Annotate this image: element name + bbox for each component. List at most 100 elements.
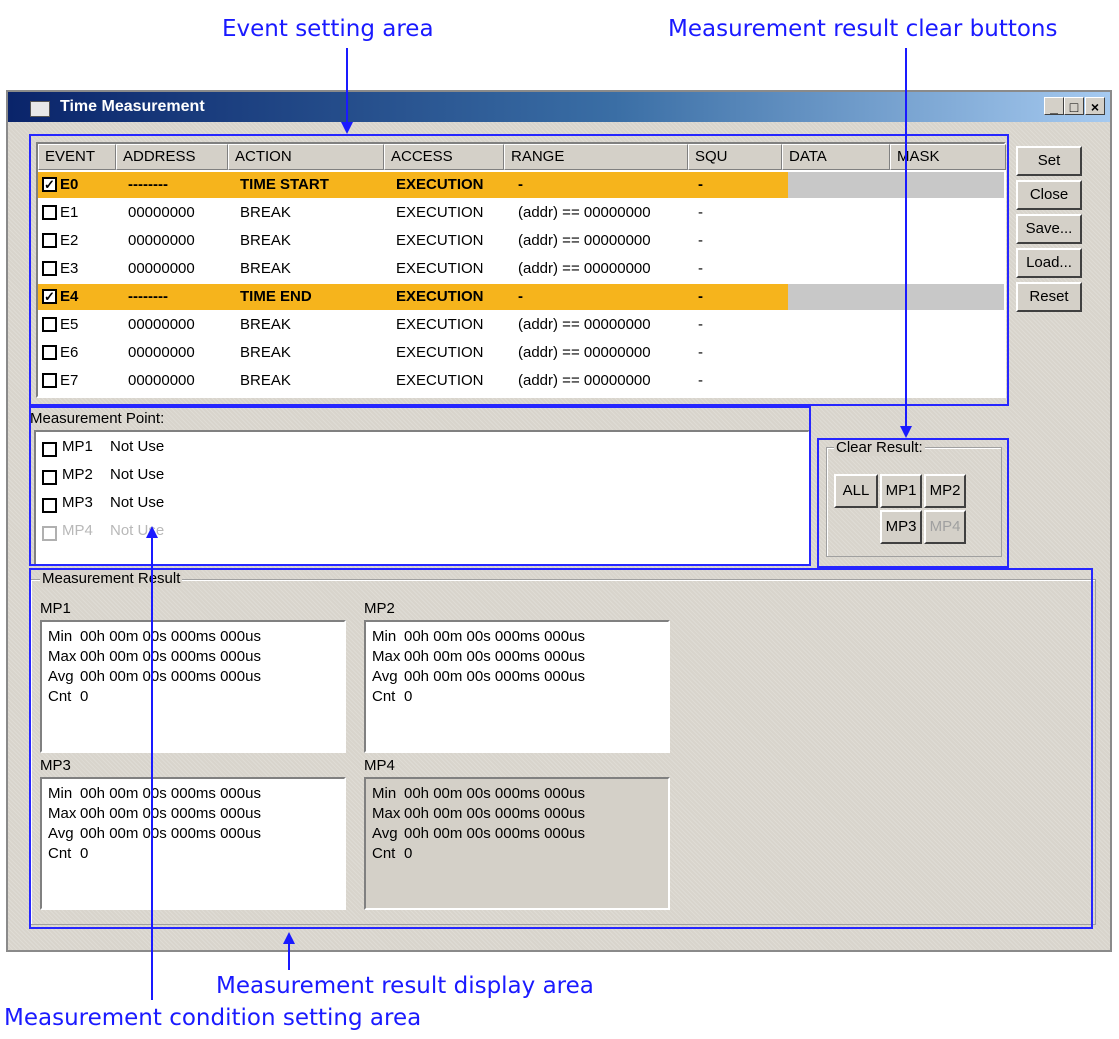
measurement-point-checkbox-mp2[interactable]	[42, 470, 57, 485]
event-access: EXECUTION	[396, 344, 484, 361]
event-address: 00000000	[128, 232, 195, 249]
result-avg-value: 00h 00m 00s 000ms 000us	[80, 825, 261, 842]
result-max-line: Max 00h 00m 00s 000ms 000us	[372, 648, 585, 665]
callout-clear-buttons: Measurement result clear buttons	[668, 16, 1058, 42]
clear-mp2-button[interactable]: MP2	[924, 474, 966, 508]
event-checkbox[interactable]	[42, 233, 57, 248]
event-checkbox[interactable]	[42, 317, 57, 332]
column-header-address[interactable]: ADDRESS	[116, 144, 228, 170]
event-access: EXECUTION	[396, 176, 484, 193]
result-avg-line: Avg 00h 00m 00s 000ms 000us	[372, 668, 585, 685]
result-max-label: Max	[48, 805, 77, 822]
result-cnt-label: Cnt	[48, 845, 72, 862]
event-row-e6[interactable]: E6 00000000 BREAK EXECUTION (addr) == 000000…	[38, 340, 1004, 366]
result-min-value: 00h 00m 00s 000ms 000us	[404, 628, 585, 645]
close-window-button[interactable]: ×	[1085, 97, 1105, 115]
event-row-e5[interactable]: E5 00000000 BREAK EXECUTION (addr) == 000000…	[38, 312, 1004, 338]
event-checkbox[interactable]: ✓	[42, 289, 57, 304]
clear-mp3-button[interactable]: MP3	[880, 510, 922, 544]
column-header-data[interactable]: DATA	[782, 144, 890, 170]
event-squ: -	[698, 344, 703, 361]
event-action: BREAK	[240, 372, 291, 389]
result-min-line: Min 00h 00m 00s 000ms 000us	[372, 628, 585, 645]
save-button[interactable]: Save...	[1016, 214, 1082, 244]
result-max-label: Max	[48, 648, 77, 665]
result-min-value: 00h 00m 00s 000ms 000us	[80, 785, 261, 802]
event-row-e2[interactable]: E2 00000000 BREAK EXECUTION (addr) == 000000…	[38, 228, 1004, 254]
event-checkbox[interactable]	[42, 261, 57, 276]
column-header-action[interactable]: ACTION	[228, 144, 384, 170]
event-access: EXECUTION	[396, 288, 484, 305]
event-row-e7[interactable]: E7 00000000 BREAK EXECUTION (addr) == 000000…	[38, 368, 1004, 394]
event-id: E0	[60, 176, 79, 193]
event-row-e4[interactable]: ✓ E4 -------- TIME END EXECUTION - -	[38, 284, 1004, 310]
clear-all-button[interactable]: ALL	[834, 474, 878, 508]
maximize-button[interactable]: □	[1064, 97, 1084, 115]
event-range: (addr) == 00000000	[518, 260, 651, 277]
column-header-squ[interactable]: SQU	[688, 144, 782, 170]
minimize-button[interactable]: _	[1044, 97, 1064, 115]
event-checkbox[interactable]	[42, 373, 57, 388]
event-id: E4	[60, 288, 79, 305]
event-checkbox[interactable]	[42, 345, 57, 360]
measurement-point-value[interactable]: Not Use	[110, 494, 164, 511]
event-address: 00000000	[128, 372, 195, 389]
event-action: BREAK	[240, 204, 291, 221]
result-avg-label: Avg	[48, 825, 74, 842]
close-button[interactable]: Close	[1016, 180, 1082, 210]
callout-condition-setting-area: Measurement condition setting area	[4, 1005, 422, 1031]
app-icon	[30, 101, 50, 117]
event-checkbox[interactable]: ✓	[42, 177, 57, 192]
event-squ: -	[698, 260, 703, 277]
callout-result-display-area: Measurement result display area	[216, 973, 594, 999]
event-table: EVENT ADDRESS ACTION ACCESS RANGE SQU DATA MASK…	[36, 142, 1006, 398]
event-range: (addr) == 00000000	[518, 204, 651, 221]
result-cnt-value: 0	[80, 688, 89, 705]
result-cnt-value: 0	[404, 688, 413, 705]
event-range: (addr) == 00000000	[518, 372, 651, 389]
event-row-e3[interactable]: E3 00000000 BREAK EXECUTION (addr) == 000000…	[38, 256, 1004, 282]
column-header-event[interactable]: EVENT	[38, 144, 116, 170]
event-address: 00000000	[128, 204, 195, 221]
column-header-access[interactable]: ACCESS	[384, 144, 504, 170]
result-avg-value: 00h 00m 00s 000ms 000us	[80, 668, 261, 685]
measurement-point-list: MP1 Not Use MP2 Not Use MP3 Not Use MP4 Not Use	[34, 430, 810, 566]
result-cnt-label: Cnt	[372, 688, 396, 705]
event-access: EXECUTION	[396, 204, 484, 221]
event-row-e0[interactable]: ✓ E0 -------- TIME START EXECUTION - -	[38, 172, 1004, 198]
clear-mp1-button[interactable]: MP1	[880, 474, 922, 508]
result-max-line: Max 00h 00m 00s 000ms 000us	[48, 805, 261, 822]
result-panel-label-mp3: MP3	[40, 757, 71, 774]
result-cnt-line: Cnt 0	[48, 845, 88, 862]
event-squ: -	[698, 232, 703, 249]
measurement-point-value[interactable]: Not Use	[110, 466, 164, 483]
result-panel-mp2: Min 00h 00m 00s 000ms 000us Max 00h 00m 00s…	[364, 620, 670, 753]
result-panel-label-mp4: MP4	[364, 757, 395, 774]
result-min-label: Min	[48, 785, 73, 802]
result-min-value: 00h 00m 00s 000ms 000us	[404, 785, 585, 802]
title-bar[interactable]: Time Measurement _ □ ×	[8, 92, 1110, 122]
event-access: EXECUTION	[396, 260, 484, 277]
measurement-point-name: MP4	[62, 522, 93, 539]
event-access: EXECUTION	[396, 316, 484, 333]
load-button[interactable]: Load...	[1016, 248, 1082, 278]
measurement-point-value[interactable]: Not Use	[110, 522, 164, 539]
measurement-point-checkbox-mp3[interactable]	[42, 498, 57, 513]
column-header-range[interactable]: RANGE	[504, 144, 688, 170]
data-mask-disabled-cell	[788, 284, 1004, 310]
clear-result-title: Clear Result:	[834, 439, 925, 456]
event-access: EXECUTION	[396, 232, 484, 249]
reset-button[interactable]: Reset	[1016, 282, 1082, 312]
event-action: TIME START	[240, 176, 329, 193]
event-row-e1[interactable]: E1 00000000 BREAK EXECUTION (addr) == 000000…	[38, 200, 1004, 226]
column-header-mask[interactable]: MASK	[890, 144, 1006, 170]
measurement-point-checkbox-mp1[interactable]	[42, 442, 57, 457]
set-button[interactable]: Set	[1016, 146, 1082, 176]
result-cnt-line: Cnt 0	[372, 688, 412, 705]
event-checkbox[interactable]	[42, 205, 57, 220]
event-id: E5	[60, 316, 79, 333]
data-mask-disabled-cell	[788, 172, 1004, 198]
measurement-point-value[interactable]: Not Use	[110, 438, 164, 455]
result-max-label: Max	[372, 648, 401, 665]
event-squ: -	[698, 372, 703, 389]
